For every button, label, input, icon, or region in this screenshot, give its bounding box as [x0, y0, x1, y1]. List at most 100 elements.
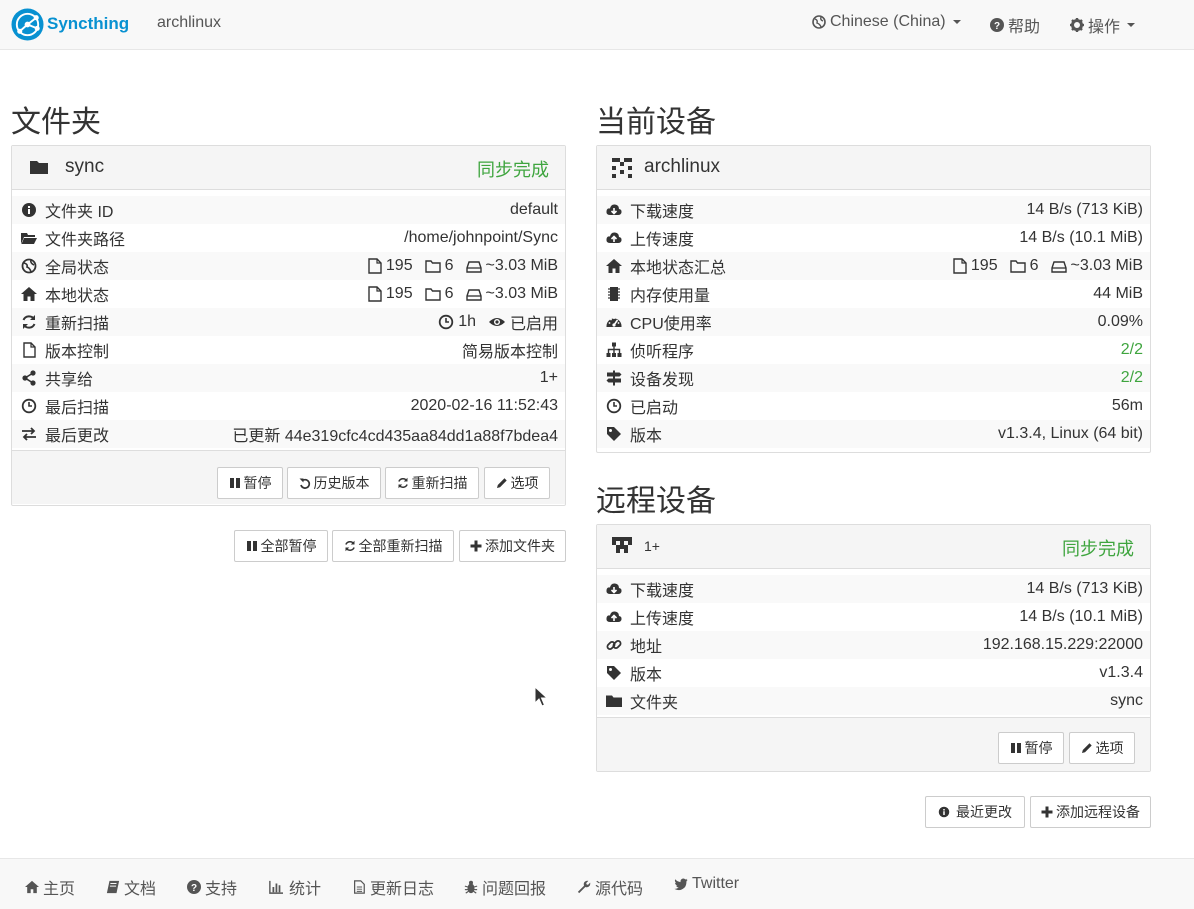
question-circle-icon: ? [187, 880, 201, 894]
tag-icon [607, 427, 621, 441]
remote-device-status: 同步完成 [1062, 539, 1134, 559]
footer-link-label: 问题回报 [482, 881, 547, 898]
brand-link[interactable]: Syncthing [11, 7, 129, 41]
upload-rate-value: 14 B/s (10.1 MiB) [1019, 229, 1143, 246]
this-device-heading: 当前设备 [596, 105, 716, 140]
size-value: ~3.03 MiB [485, 257, 558, 274]
device-row-discovery[interactable]: 设备发现 2/2 [597, 364, 1150, 392]
actions-dropdown[interactable]: 操作 [1070, 13, 1136, 37]
footer-link-label: 更新日志 [370, 881, 435, 898]
device-options-button[interactable]: 选项 [1069, 732, 1135, 764]
folder-icon [30, 161, 48, 174]
versioning-value: 简易版本控制 [461, 344, 558, 361]
button-label: 选项 [1095, 741, 1124, 757]
syncthing-logo-icon [11, 7, 44, 41]
navbar: Syncthing archlinux Chinese (China) ? 帮助… [0, 0, 1194, 50]
file-icon [368, 286, 382, 302]
remote-row-address: 地址 192.168.15.229:22000 [597, 631, 1150, 659]
mouse-cursor-icon [534, 686, 548, 707]
folder-outline-icon [1009, 260, 1026, 273]
device-hostname: archlinux [157, 14, 222, 31]
local-state-value: 195 6 ~3.03 MiB [368, 285, 558, 303]
footer-link-changelog[interactable]: 更新日志 [352, 875, 434, 899]
folder-path-value: /home/johnpoint/Sync [404, 229, 558, 246]
footer-link-docs[interactable]: 文档 [106, 875, 156, 899]
footer-link-support[interactable]: ? 支持 [187, 875, 237, 899]
folder-options-button[interactable]: 选项 [484, 467, 550, 499]
folder-panel-heading[interactable]: sync 同步完成 [12, 146, 565, 190]
recent-changes-button[interactable]: 最近更改 [925, 796, 1025, 828]
button-label: 暂停 [1024, 741, 1053, 757]
row-label: 最后更改 [45, 428, 110, 445]
rescan-all-button[interactable]: 全部重新扫描 [332, 530, 454, 562]
row-label: 版本 [630, 428, 663, 445]
device-row-local-state: 本地状态汇总 195 6 ~3.03 MiB [597, 252, 1150, 280]
remote-row-version: 版本 v1.3.4 [597, 659, 1150, 687]
folder-panel-sync: sync 同步完成 文件夹 ID default 文件夹路径 /home/joh… [11, 145, 566, 506]
memory-chip-icon [608, 287, 620, 301]
versions-button[interactable]: 历史版本 [287, 467, 381, 499]
gear-icon [1070, 18, 1084, 32]
file-count: 195 [385, 257, 413, 274]
refresh-icon [22, 315, 36, 329]
folder-row-local-state: 本地状态 195 6 ~3.03 MiB [12, 280, 565, 308]
footer-link-stats[interactable]: 统计 [267, 875, 321, 899]
device-row-uptime: 已启动 56m [597, 392, 1150, 420]
this-device-panel-heading[interactable]: archlinux [597, 146, 1150, 190]
home-icon [25, 880, 39, 894]
hdd-icon [1050, 261, 1067, 273]
home-icon [606, 259, 622, 273]
pause-device-button[interactable]: 暂停 [998, 732, 1064, 764]
share-icon [22, 370, 36, 386]
ram-usage-value: 44 MiB [1093, 285, 1143, 302]
remote-upload-value: 14 B/s (10.1 MiB) [1019, 608, 1143, 625]
footer-link-twitter[interactable]: Twitter [674, 875, 739, 893]
size-value: ~3.03 MiB [485, 285, 558, 302]
svg-text:?: ? [994, 21, 1000, 32]
folder-open-icon [21, 233, 37, 244]
footer-link-source[interactable]: 源代码 [577, 875, 643, 899]
device-row-listeners[interactable]: 侦听程序 2/2 [597, 336, 1150, 364]
footer-link-label: Twitter [692, 875, 740, 892]
remote-device-panel-footer: 暂停 选项 [597, 717, 1150, 771]
pause-all-button[interactable]: 全部暂停 [234, 530, 328, 562]
eye-icon [488, 318, 505, 326]
tag-icon [607, 666, 621, 680]
device-identicon-icon [612, 537, 632, 553]
bug-icon [464, 880, 478, 894]
plus-icon [470, 540, 482, 552]
remote-device-panel-heading[interactable]: 1+ 同步完成 [597, 525, 1150, 569]
row-label: 文件夹 [630, 695, 679, 712]
row-label: 上传速度 [630, 232, 695, 249]
link-icon [606, 640, 622, 650]
pause-folder-button[interactable]: 暂停 [217, 467, 283, 499]
this-device-panel: archlinux 下载速度 14 B/s (713 KiB) 上传速度 14 … [596, 145, 1151, 453]
home-icon [21, 287, 37, 301]
footer-link-label: 文档 [124, 881, 157, 898]
book-icon [106, 880, 120, 894]
watcher-status: 已启用 [509, 316, 558, 333]
footer-link-home[interactable]: 主页 [25, 875, 75, 899]
help-menu[interactable]: ? 帮助 [990, 13, 1040, 37]
uptime-value: 56m [1111, 397, 1143, 414]
pause-icon [229, 478, 240, 488]
remote-device-panel: 1+ 同步完成 下载速度 14 B/s (713 KiB) 上传速度 14 B/… [596, 524, 1151, 772]
add-folder-button[interactable]: 添加文件夹 [459, 530, 566, 562]
footer-link-bugs[interactable]: 问题回报 [464, 875, 546, 899]
remote-device-details: 下载速度 14 B/s (713 KiB) 上传速度 14 B/s (10.1 … [597, 569, 1150, 717]
rescan-folder-button[interactable]: 重新扫描 [385, 467, 479, 499]
folder-status: 同步完成 [477, 160, 549, 180]
file-icon [368, 258, 382, 274]
language-dropdown[interactable]: Chinese (China) [812, 13, 961, 31]
remote-address-value: 192.168.15.229:22000 [982, 636, 1143, 653]
clock-icon [606, 398, 622, 414]
undo-icon [299, 478, 310, 489]
version-value: v1.3.4, Linux (64 bit) [998, 425, 1143, 442]
add-remote-device-button[interactable]: 添加远程设备 [1030, 796, 1151, 828]
device-row-upload: 上传速度 14 B/s (10.1 MiB) [597, 224, 1150, 252]
file-count: 195 [970, 257, 998, 274]
row-label: 文件夹路径 [45, 232, 126, 249]
folder-row-shared-with: 共享给 1+ [12, 364, 565, 392]
button-label: 添加文件夹 [485, 539, 555, 555]
folders-heading: 文件夹 [11, 105, 101, 140]
